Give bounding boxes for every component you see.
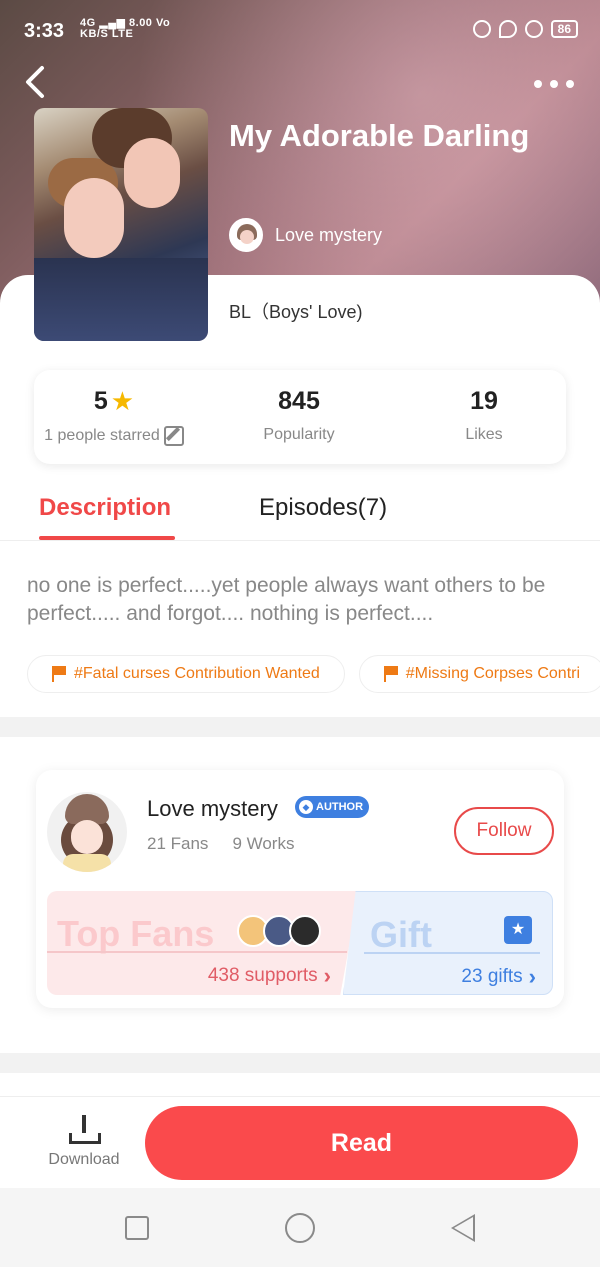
author-badge-label: AUTHOR xyxy=(316,801,364,813)
flag-icon xyxy=(52,666,66,682)
author-meta: 21 Fans 9 Works xyxy=(147,834,294,854)
gift-icon: ★ xyxy=(504,916,532,944)
rating-value: 5 xyxy=(93,386,108,415)
gifts-label: 23 gifts xyxy=(461,966,523,987)
popularity-stat: 845 Popularity xyxy=(214,384,384,444)
moon-icon xyxy=(498,20,517,38)
popularity-label: Popularity xyxy=(263,426,335,443)
works-count: 9 Works xyxy=(232,834,295,853)
tab-divider xyxy=(0,540,600,541)
author-card: Love mystery ◆ AUTHOR 21 Fans 9 Works Fol… xyxy=(36,770,564,1008)
top-fans-title: Top Fans xyxy=(57,913,215,954)
author-avatar xyxy=(229,218,263,252)
likes-value: 19 xyxy=(470,386,498,415)
status-time: 3:33 xyxy=(24,20,65,42)
comic-detail-page: 3:33 4G ▂▄▆ 8.00 Vo KB/S LTE 86 My Adora… xyxy=(0,0,600,1267)
vo-label: Vo xyxy=(156,17,171,29)
rating-label: 1 people starred xyxy=(44,427,160,444)
genre-label: BL（Boys' Love) xyxy=(229,302,363,322)
net-speed-unit: KB/S xyxy=(80,28,109,40)
system-nav-bar xyxy=(0,1188,600,1267)
top-fans-divider xyxy=(47,951,347,953)
author-link[interactable]: Love mystery xyxy=(229,218,382,252)
recent-apps-icon[interactable] xyxy=(125,1216,149,1240)
gifts-count: 23 gifts › xyxy=(461,964,536,990)
comic-cover-image xyxy=(34,108,208,341)
tag-label: #Fatal curses Contribution Wanted xyxy=(74,665,320,682)
download-label: Download xyxy=(48,1151,120,1168)
rating-stat[interactable]: 5 ★ 1 people starred xyxy=(34,384,194,446)
tab-episodes[interactable]: Episodes(7) xyxy=(259,494,387,522)
tag-label: #Missing Corpses Contri xyxy=(405,665,581,682)
section-separator xyxy=(0,717,600,737)
top-fans-box[interactable]: Top Fans 438 supports › xyxy=(47,891,359,995)
download-icon xyxy=(69,1115,101,1144)
top-fans-avatars xyxy=(237,915,321,947)
read-button[interactable]: Read xyxy=(145,1106,578,1180)
download-button[interactable]: Download xyxy=(42,1115,126,1169)
star-icon: ★ xyxy=(110,385,135,416)
chevron-right-icon: › xyxy=(323,963,331,988)
gift-divider xyxy=(364,952,540,954)
supports-count: 438 supports › xyxy=(208,963,331,989)
tag-chip[interactable]: #Fatal curses Contribution Wanted xyxy=(27,655,345,693)
author-name: Love mystery xyxy=(275,224,383,245)
flag-icon xyxy=(383,666,398,682)
support-boxes: Top Fans 438 supports › Gift ★ 23 gifts › xyxy=(47,891,553,995)
gift-box[interactable]: Gift ★ 23 gifts › xyxy=(343,891,553,995)
back-arrow-icon[interactable] xyxy=(22,64,52,100)
tab-description[interactable]: Description xyxy=(39,494,171,522)
follow-button[interactable]: Follow xyxy=(454,807,554,855)
alarm-icon xyxy=(524,20,543,38)
lte-label: LTE xyxy=(111,28,134,40)
comic-title: My Adorable Darling xyxy=(229,118,530,153)
status-icons: 86 xyxy=(472,20,578,38)
author-card-avatar[interactable] xyxy=(47,792,127,872)
battery-icon: 86 xyxy=(550,20,578,38)
likes-stat: 19 Likes xyxy=(404,384,564,444)
diamond-icon: ◆ xyxy=(299,800,313,814)
popularity-value: 845 xyxy=(278,386,320,415)
likes-label: Likes xyxy=(465,426,503,443)
data-saver-icon xyxy=(472,20,491,38)
home-icon[interactable] xyxy=(285,1213,315,1243)
fans-count: 21 Fans xyxy=(147,834,209,853)
tag-list: #Fatal curses Contribution Wanted #Missin… xyxy=(27,655,600,695)
fan-avatar xyxy=(289,915,321,947)
bottom-action-bar: Download Read xyxy=(0,1096,600,1188)
chevron-right-icon: › xyxy=(528,964,536,989)
back-icon[interactable] xyxy=(451,1214,475,1242)
status-bar: 3:33 4G ▂▄▆ 8.00 Vo KB/S LTE 86 xyxy=(0,0,600,62)
author-badge: ◆ AUTHOR xyxy=(295,796,370,818)
tag-chip[interactable]: #Missing Corpses Contri xyxy=(358,655,600,693)
status-network: 4G ▂▄▆ 8.00 Vo KB/S LTE xyxy=(80,17,171,40)
more-options-icon[interactable] xyxy=(534,72,574,96)
edit-icon[interactable] xyxy=(163,426,184,446)
author-card-name[interactable]: Love mystery xyxy=(147,796,278,822)
stats-card: 5 ★ 1 people starred 845 Popularity 19 Li… xyxy=(34,370,566,464)
gift-title: Gift xyxy=(370,914,432,955)
supports-label: 438 supports xyxy=(207,965,318,986)
section-separator xyxy=(0,1053,600,1073)
description-text: no one is perfect.....yet people always … xyxy=(27,574,546,625)
